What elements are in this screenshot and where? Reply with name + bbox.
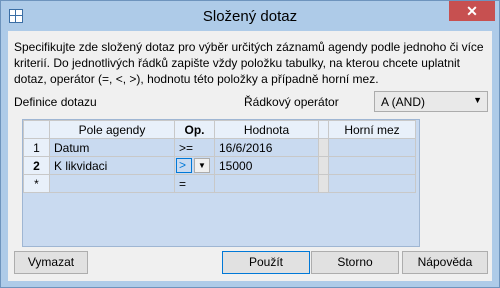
op-cell[interactable]: >=	[174, 138, 215, 157]
row-number[interactable]: *	[23, 174, 50, 193]
value-cell[interactable]	[214, 174, 319, 193]
help-button[interactable]: Nápověda	[402, 251, 488, 274]
op-value[interactable]: >	[176, 158, 192, 174]
close-button[interactable]: ✕	[449, 1, 495, 21]
op-cell-editor[interactable]: > ▼	[174, 156, 215, 175]
value-cell[interactable]: 15000	[214, 156, 319, 175]
op-cell[interactable]: =	[174, 174, 215, 193]
description-text: Specifikujte zde složený dotaz pro výběr…	[14, 40, 484, 86]
upper-cell[interactable]	[328, 174, 416, 193]
clear-button[interactable]: Vymazat	[14, 251, 88, 274]
column-header-gap	[318, 120, 329, 139]
field-cell[interactable]: K likvidaci	[49, 156, 175, 175]
header-row: Pole agendy Op. Hodnota Horní mez	[23, 120, 416, 139]
value-cell[interactable]: 16/6/2016	[214, 138, 319, 157]
column-header-value[interactable]: Hodnota	[214, 120, 319, 139]
definition-label: Definice dotazu	[14, 95, 97, 109]
cancel-button[interactable]: Storno	[311, 251, 399, 274]
apply-button[interactable]: Použít	[222, 251, 310, 274]
upper-cell[interactable]	[328, 156, 416, 175]
row-number[interactable]: 2	[23, 156, 50, 175]
operator-label: Řádkový operátor	[244, 95, 339, 109]
field-cell[interactable]: Datum	[49, 138, 175, 157]
operator-value: A (AND)	[381, 95, 426, 109]
upper-cell[interactable]	[328, 138, 416, 157]
gap-cell	[318, 174, 329, 193]
chevron-down-icon: ▼	[473, 95, 482, 105]
row-header-corner	[23, 120, 50, 139]
column-header-field[interactable]: Pole agendy	[49, 120, 175, 139]
dialog-window: Složený dotaz ✕ Specifikujte zde složený…	[0, 0, 500, 288]
table-row: 2 K likvidaci > ▼ 15000	[23, 156, 416, 175]
window-title: Složený dotaz	[202, 8, 298, 25]
column-header-op[interactable]: Op.	[174, 120, 215, 139]
op-dropdown[interactable]: > ▼	[176, 158, 210, 174]
table-row-new: * =	[23, 174, 416, 193]
dialog-content: Specifikujte zde složený dotaz pro výběr…	[8, 31, 492, 281]
query-table: Pole agendy Op. Hodnota Horní mez 1 Datu…	[23, 120, 416, 193]
query-grid: Pole agendy Op. Hodnota Horní mez 1 Datu…	[22, 119, 420, 247]
gap-cell	[318, 156, 329, 175]
title-bar[interactable]: Složený dotaz ✕	[1, 1, 499, 31]
table-row: 1 Datum >= 16/6/2016	[23, 138, 416, 157]
operator-select[interactable]: A (AND) ▼	[374, 91, 488, 112]
gap-cell	[318, 138, 329, 157]
field-cell[interactable]	[49, 174, 175, 193]
row-number[interactable]: 1	[23, 138, 50, 157]
column-header-upper[interactable]: Horní mez	[328, 120, 416, 139]
chevron-down-icon[interactable]: ▼	[194, 158, 210, 174]
